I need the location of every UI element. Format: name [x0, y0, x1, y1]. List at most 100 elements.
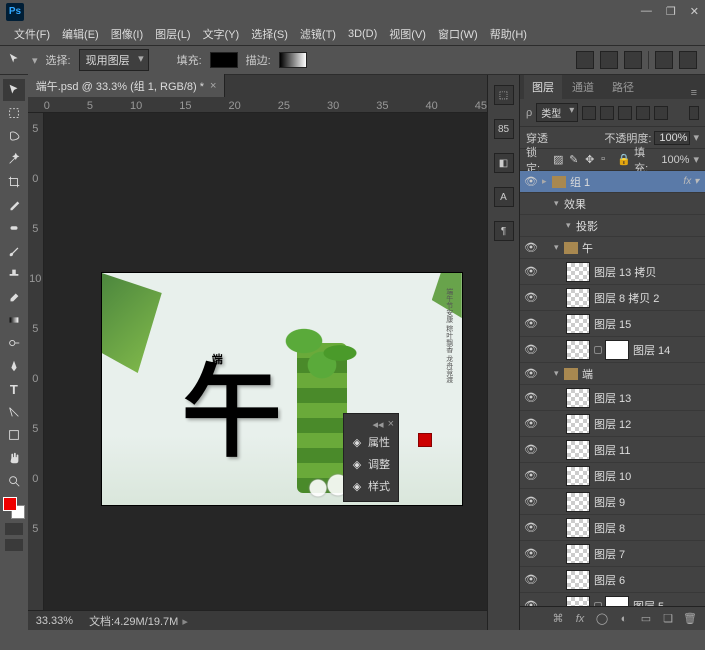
layer-name[interactable]: 图层 5 [633, 598, 701, 607]
layer-name[interactable]: 投影 [576, 218, 701, 234]
twirl-icon[interactable]: ▾ [554, 198, 564, 209]
collapsed-panel-icon[interactable]: ¶ [494, 221, 514, 241]
layer-row[interactable]: 👁 图层 5 [520, 593, 705, 606]
visibility-icon[interactable]: 👁 [520, 495, 542, 508]
layer-name[interactable]: 效果 [564, 196, 701, 212]
float-panel-item[interactable]: ◈属性 [348, 431, 394, 453]
collapsed-panel-icon[interactable]: 85 [494, 119, 514, 139]
layer-name[interactable]: 图层 9 [594, 494, 701, 510]
document-tab[interactable]: 端午.psd @ 33.3% (组 1, RGB/8) * × [28, 74, 226, 98]
extras-icon[interactable] [655, 51, 673, 69]
menu-item[interactable]: 图像(I) [107, 24, 147, 44]
float-panel-item[interactable]: ◈调整 [348, 453, 394, 475]
minimize-button[interactable]: — [641, 5, 652, 18]
color-swatches[interactable] [3, 497, 25, 519]
lock-position-icon[interactable]: ✥ [585, 153, 597, 166]
visibility-icon[interactable]: 👁 [520, 573, 542, 586]
menu-item[interactable]: 窗口(W) [434, 24, 482, 44]
layer-thumb[interactable] [566, 388, 590, 408]
layer-thumb[interactable] [566, 492, 590, 512]
lock-artboard-icon[interactable]: ▫ [601, 153, 613, 166]
fx-icon[interactable]: fx [573, 612, 587, 626]
float-panel-item[interactable]: ◈样式 [348, 475, 394, 497]
visibility-icon[interactable]: 👁 [520, 599, 542, 606]
menu-item[interactable]: 3D(D) [344, 26, 381, 42]
panel-tab[interactable]: 通道 [564, 75, 602, 99]
layer-thumb[interactable] [566, 262, 590, 282]
visibility-icon[interactable]: 👁 [520, 175, 542, 188]
brush-tool[interactable] [3, 240, 25, 262]
adjustment-icon[interactable]: ◐ [617, 612, 631, 626]
close-tab-icon[interactable]: × [210, 80, 216, 92]
mask-icon[interactable]: ◯ [595, 612, 609, 626]
visibility-icon[interactable]: 👁 [520, 241, 542, 254]
opacity-value[interactable]: 100% [654, 131, 690, 145]
path-tool[interactable] [3, 401, 25, 423]
visibility-icon[interactable]: 👁 [520, 343, 542, 356]
link-icon[interactable] [594, 346, 602, 354]
select-dropdown[interactable]: 现用图层 [79, 49, 149, 71]
layer-name[interactable]: 图层 12 [594, 416, 701, 432]
stroke-swatch[interactable] [279, 52, 307, 68]
group-icon[interactable]: ▭ [639, 612, 653, 626]
layer-name[interactable]: 午 [582, 240, 701, 256]
mask-thumb[interactable] [605, 596, 629, 607]
layers-list[interactable]: 👁▸组 1fx ▾▾效果▾投影👁▾午👁图层 13 拷贝👁图层 8 拷贝 2👁图层… [520, 171, 705, 606]
screenmode-icon[interactable] [5, 539, 23, 551]
layer-row[interactable]: 👁图层 13 拷贝 [520, 259, 705, 285]
visibility-icon[interactable]: 👁 [520, 391, 542, 404]
layer-row[interactable]: 👁图层 10 [520, 463, 705, 489]
mode-icon[interactable] [624, 51, 642, 69]
close-panel-icon[interactable]: × [388, 418, 394, 431]
trash-icon[interactable]: 🗑 [683, 612, 697, 626]
layer-name[interactable]: 端 [582, 366, 701, 382]
lock-all-icon[interactable]: 🔒 [617, 153, 630, 166]
layer-thumb[interactable] [566, 440, 590, 460]
layer-row[interactable]: 👁图层 8 [520, 515, 705, 541]
layer-row[interactable]: 👁图层 12 [520, 411, 705, 437]
twirl-icon[interactable]: ▾ [566, 220, 576, 231]
layer-row[interactable]: 👁▾午 [520, 237, 705, 259]
layer-row[interactable]: 👁图层 11 [520, 437, 705, 463]
layer-name[interactable]: 图层 15 [594, 316, 701, 332]
quickmask-icon[interactable] [5, 523, 23, 535]
layer-name[interactable]: 图层 13 拷贝 [594, 264, 701, 280]
layer-row[interactable]: 👁 图层 13 [520, 385, 705, 411]
artboard[interactable]: 端 午 端午节安康 粽叶飘香 龙舟竞渡 [102, 273, 462, 505]
layer-thumb[interactable] [566, 288, 590, 308]
gradient-tool[interactable] [3, 309, 25, 331]
filter-type-icon[interactable] [618, 106, 632, 120]
type-tool[interactable]: T [3, 378, 25, 400]
layer-name[interactable]: 图层 10 [594, 468, 701, 484]
layer-thumb[interactable] [566, 314, 590, 334]
layer-name[interactable]: 组 1 [570, 174, 683, 190]
layer-row[interactable]: 👁图层 15 [520, 311, 705, 337]
stamp-tool[interactable] [3, 263, 25, 285]
layer-row[interactable]: 👁▾端 [520, 363, 705, 385]
filter-adjust-icon[interactable] [600, 106, 614, 120]
heal-tool[interactable] [3, 217, 25, 239]
menu-item[interactable]: 文字(Y) [199, 24, 244, 44]
eyedropper-tool[interactable] [3, 194, 25, 216]
twirl-icon[interactable]: ▾ [554, 368, 564, 379]
doc-info[interactable]: 文档:4.29M/19.7M▸ [89, 613, 188, 629]
layer-row[interactable]: 👁图层 7 [520, 541, 705, 567]
lasso-tool[interactable] [3, 125, 25, 147]
layer-row[interactable]: 👁▸组 1fx ▾ [520, 171, 705, 193]
layer-name[interactable]: 图层 14 [633, 342, 701, 358]
layer-thumb[interactable] [566, 596, 590, 607]
layer-name[interactable]: 图层 13 [594, 390, 701, 406]
layer-row[interactable]: ▾投影 [520, 215, 705, 237]
fill-value[interactable]: 100% [661, 154, 689, 166]
menu-item[interactable]: 编辑(E) [58, 24, 103, 44]
panel-tab[interactable]: 图层 [524, 75, 562, 99]
layer-name[interactable]: 图层 8 [594, 520, 701, 536]
menu-item[interactable]: 视图(V) [385, 24, 430, 44]
layer-thumb[interactable] [566, 544, 590, 564]
link-layers-icon[interactable]: ⌘ [551, 612, 565, 626]
filter-type-dropdown[interactable]: 类型 [536, 103, 578, 122]
pen-tool[interactable] [3, 355, 25, 377]
layer-thumb[interactable] [566, 466, 590, 486]
layer-row[interactable]: 👁 图层 9 [520, 489, 705, 515]
wand-tool[interactable] [3, 148, 25, 170]
